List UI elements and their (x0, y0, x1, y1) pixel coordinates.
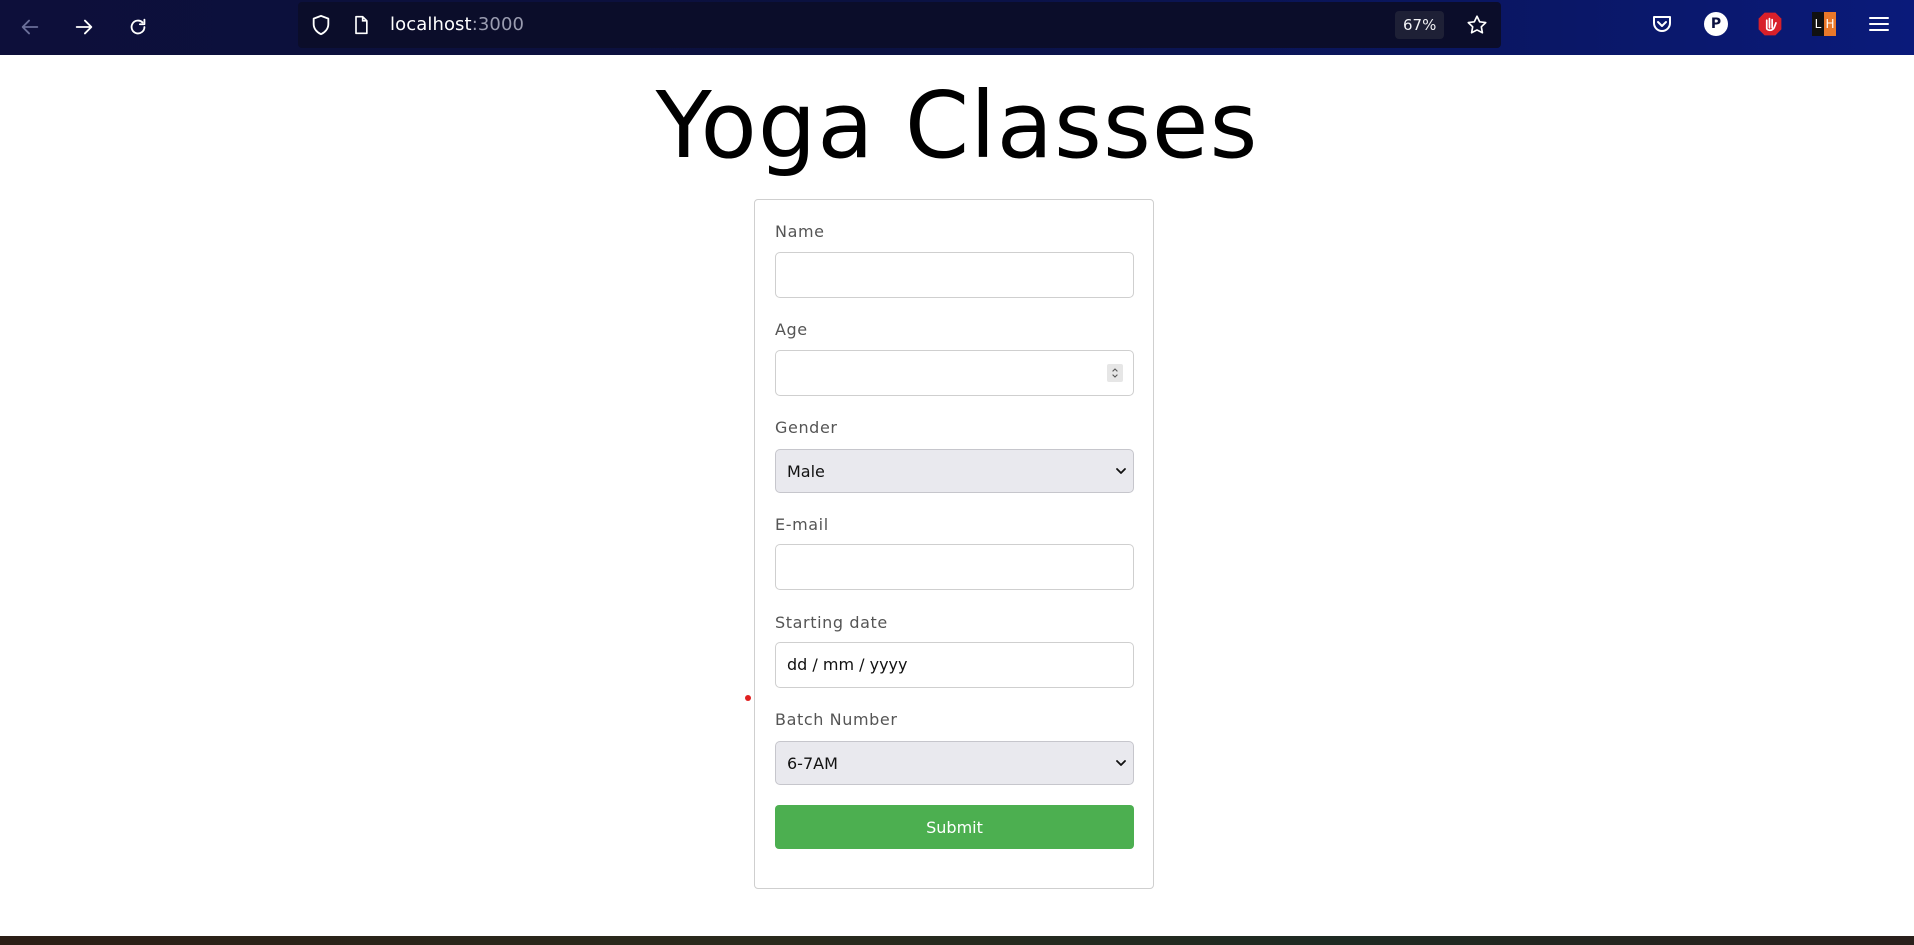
reload-button[interactable] (121, 10, 155, 44)
forward-arrow-icon (75, 19, 93, 35)
lighthouse-icon[interactable]: L H (1811, 11, 1837, 37)
name-input[interactable] (775, 252, 1134, 298)
gender-select[interactable]: Male (775, 449, 1134, 493)
pocket-icon[interactable] (1649, 11, 1675, 37)
forward-button[interactable] (67, 10, 101, 44)
browser-toolbar: localhost:3000 67% P L H (0, 0, 1914, 55)
star-icon (1467, 15, 1487, 34)
shield-icon[interactable] (310, 14, 332, 36)
date-placeholder: dd / mm / yyyy (787, 655, 908, 674)
url-port: :3000 (471, 14, 525, 35)
starting-date-label: Starting date (775, 613, 888, 632)
starting-date-input[interactable]: dd / mm / yyyy (775, 642, 1134, 688)
lighthouse-letter-h: H (1824, 12, 1836, 36)
batch-number-label: Batch Number (775, 710, 898, 729)
back-button[interactable] (13, 10, 47, 44)
gender-label: Gender (775, 418, 838, 437)
back-arrow-icon (21, 19, 39, 35)
spinner-arrows-icon (1112, 368, 1118, 378)
age-label: Age (775, 320, 808, 339)
ublock-icon[interactable] (1757, 11, 1783, 37)
bookmark-star-button[interactable] (1466, 14, 1488, 36)
reload-icon (130, 18, 146, 35)
registration-form: Name Age Gender Male E-mail Starting dat… (754, 199, 1154, 889)
chevron-down-icon (1116, 468, 1126, 474)
red-dot-marker (745, 695, 751, 701)
hamburger-menu-icon[interactable] (1866, 11, 1892, 37)
page-title: Yoga Classes (655, 72, 1259, 179)
email-label: E-mail (775, 515, 829, 534)
zoom-level-badge[interactable]: 67% (1395, 11, 1445, 39)
batch-value: 6-7AM (787, 754, 838, 773)
profile-p-icon[interactable]: P (1703, 11, 1729, 37)
lighthouse-letter-l: L (1812, 12, 1824, 36)
gender-value: Male (787, 462, 825, 481)
url-text[interactable]: localhost:3000 (390, 14, 524, 35)
url-host: localhost (390, 14, 472, 35)
name-label: Name (775, 222, 825, 241)
submit-button[interactable]: Submit (775, 805, 1134, 849)
age-input[interactable] (775, 350, 1134, 396)
url-bar[interactable]: localhost:3000 67% (298, 2, 1501, 48)
taskbar-strip (0, 936, 1914, 945)
profile-letter: P (1704, 12, 1728, 36)
chevron-down-icon (1116, 760, 1126, 766)
age-spinner[interactable] (1107, 364, 1123, 382)
page-icon[interactable] (350, 14, 372, 36)
batch-number-select[interactable]: 6-7AM (775, 741, 1134, 785)
email-input[interactable] (775, 544, 1134, 590)
